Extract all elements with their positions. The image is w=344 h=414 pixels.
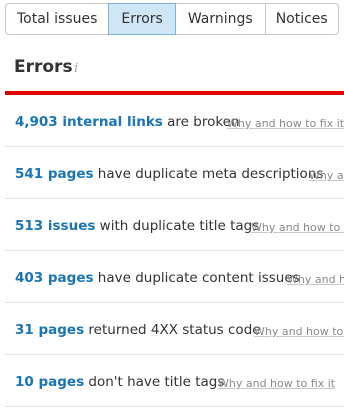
issue-description: have duplicate meta descriptions: [93, 166, 324, 182]
issue-text: 403 pages have duplicate content issues: [15, 270, 300, 286]
why-and-how-to-fix-link[interactable]: Why and how to fix it: [218, 377, 335, 390]
issue-count-link[interactable]: 10 pages: [15, 374, 84, 390]
why-and-how-to-fix-link[interactable]: Why and how to fix it: [287, 273, 344, 286]
issue-description: have duplicate content issues: [93, 270, 300, 286]
tab-warnings[interactable]: Warnings: [174, 3, 266, 35]
issue-description: with duplicate title tags: [95, 218, 260, 234]
issue-row: 31 pages returned 4XX status code Why an…: [5, 303, 344, 355]
why-and-how-to-fix-link[interactable]: Why and how to fix it: [309, 169, 344, 182]
issues-list: 4,903 internal links are broken Why and …: [5, 95, 344, 407]
tab-total-issues[interactable]: Total issues: [5, 3, 110, 35]
issue-row: 513 issues with duplicate title tags Why…: [5, 199, 344, 251]
issue-row: 403 pages have duplicate content issues …: [5, 251, 344, 303]
why-and-how-to-fix-link[interactable]: Why and how to fix it: [254, 325, 344, 338]
issue-count-link[interactable]: 31 pages: [15, 322, 84, 338]
issue-row: 4,903 internal links are broken Why and …: [5, 95, 344, 147]
issue-tabs: Total issues Errors Warnings Notices: [5, 3, 339, 35]
issue-count-link[interactable]: 4,903 internal links: [15, 114, 163, 130]
section-title: Errors: [14, 57, 73, 77]
issue-description: don't have title tags: [84, 374, 225, 390]
issue-count-link[interactable]: 541 pages: [15, 166, 94, 182]
why-and-how-to-fix-link[interactable]: Why and how to fix it: [251, 221, 344, 234]
issue-row: 541 pages have duplicate meta descriptio…: [5, 147, 344, 199]
tab-notices[interactable]: Notices: [264, 3, 339, 35]
issue-text: 10 pages don't have title tags: [15, 374, 224, 390]
issue-text: 4,903 internal links are broken: [15, 114, 240, 130]
tab-errors[interactable]: Errors: [108, 3, 176, 35]
issue-text: 31 pages returned 4XX status code: [15, 322, 261, 338]
issue-count-link[interactable]: 513 issues: [15, 218, 95, 234]
issue-description: returned 4XX status code: [84, 322, 261, 338]
issue-count-link[interactable]: 403 pages: [15, 270, 94, 286]
why-and-how-to-fix-link[interactable]: Why and how to fix it: [227, 117, 344, 130]
issue-text: 513 issues with duplicate title tags: [15, 218, 259, 234]
info-icon[interactable]: i: [74, 61, 78, 76]
issue-text: 541 pages have duplicate meta descriptio…: [15, 166, 323, 182]
issue-row: 10 pages don't have title tags Why and h…: [5, 355, 344, 407]
site-audit-errors-panel: Total issues Errors Warnings Notices Err…: [0, 0, 344, 414]
